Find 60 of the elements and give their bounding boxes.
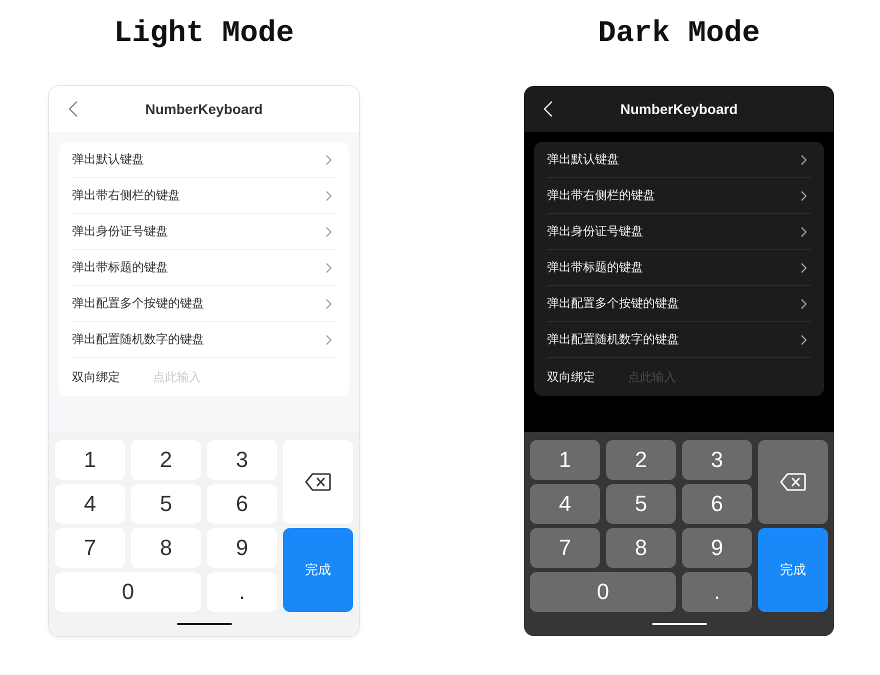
menu-item[interactable]: 弹出默认键盘 [72,142,336,178]
home-indicator [176,623,232,625]
digit-key[interactable]: 5 [606,484,676,524]
nav-title: NumberKeyboard [620,101,738,117]
menu-item[interactable]: 弹出配置随机数字的键盘 [72,322,336,358]
backspace-icon [780,473,806,491]
digit-key[interactable]: . [207,572,277,612]
menu-item[interactable]: 弹出带标题的键盘 [72,250,336,286]
chevron-right-icon [326,190,332,200]
delete-key[interactable] [283,440,353,524]
nav-title: NumberKeyboard [145,101,263,117]
delete-key[interactable] [758,440,828,524]
digit-key[interactable]: 1 [55,440,125,480]
field-label: 双向绑定 [72,368,121,386]
mode-heading: Light Mode [114,16,294,52]
menu-item[interactable]: 弹出默认键盘 [547,142,811,178]
digit-key[interactable]: 8 [131,528,201,568]
digit-key[interactable]: 8 [606,528,676,568]
digit-key[interactable]: 4 [55,484,125,524]
digit-key[interactable]: 7 [530,528,600,568]
menu-item[interactable]: 弹出身份证号键盘 [547,214,811,250]
digit-key[interactable]: . [682,572,752,612]
digit-key[interactable]: 1 [530,440,600,480]
digit-key[interactable]: 6 [207,484,277,524]
backspace-icon [305,473,331,491]
digit-key[interactable]: 3 [207,440,277,480]
menu-item[interactable]: 弹出配置随机数字的键盘 [547,322,811,358]
digit-key[interactable]: 2 [606,440,676,480]
digit-key[interactable]: 9 [682,528,752,568]
chevron-right-icon [326,262,332,272]
digit-key[interactable]: 9 [207,528,277,568]
digit-key[interactable]: 0 [530,572,676,612]
field-label: 双向绑定 [547,368,596,386]
digit-key[interactable]: 0 [55,572,201,612]
chevron-right-icon [801,190,807,200]
digit-key[interactable]: 4 [530,484,600,524]
menu-item[interactable]: 弹出带右侧栏的键盘 [547,178,811,214]
done-key[interactable]: 完成 [283,528,353,612]
chevron-right-icon [801,154,807,164]
chevron-right-icon [326,226,332,236]
chevron-right-icon [801,262,807,272]
mode-heading: Dark Mode [598,16,760,52]
done-key[interactable]: 完成 [758,528,828,612]
menu-item[interactable]: 弹出配置多个按键的键盘 [72,286,336,322]
chevron-right-icon [326,334,332,344]
chevron-right-icon [801,334,807,344]
digit-key[interactable]: 7 [55,528,125,568]
chevron-right-icon [326,154,332,164]
menu-item[interactable]: 弹出带右侧栏的键盘 [72,178,336,214]
chevron-right-icon [801,226,807,236]
chevron-right-icon [801,298,807,308]
menu-item[interactable]: 弹出身份证号键盘 [72,214,336,250]
digit-key[interactable]: 3 [682,440,752,480]
digit-key[interactable]: 5 [131,484,201,524]
menu-item[interactable]: 弹出带标题的键盘 [547,250,811,286]
digit-key[interactable]: 2 [131,440,201,480]
home-indicator [652,623,706,625]
menu-item[interactable]: 弹出配置多个按键的键盘 [547,286,811,322]
digit-key[interactable]: 6 [682,484,752,524]
chevron-right-icon [326,298,332,308]
